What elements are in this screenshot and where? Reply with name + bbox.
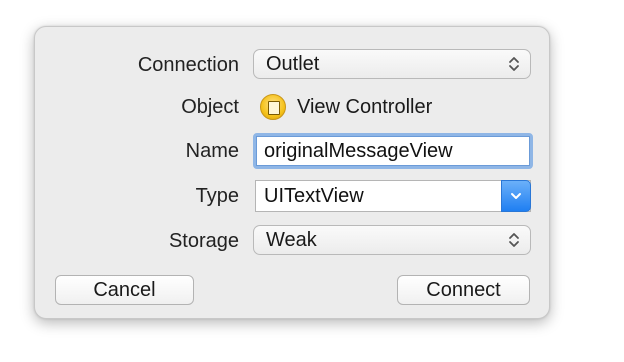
storage-popup[interactable]: Weak bbox=[253, 225, 531, 255]
object-label: Object bbox=[181, 96, 239, 118]
up-down-chevron-icon bbox=[509, 57, 519, 71]
connection-popup[interactable]: Outlet bbox=[253, 49, 531, 79]
connection-popover: Connection Outlet Object View Controller… bbox=[34, 26, 550, 319]
name-row: Name originalMessageView bbox=[35, 133, 551, 169]
type-combobox[interactable]: UITextView bbox=[255, 180, 531, 212]
type-label: Type bbox=[195, 185, 239, 207]
cancel-button[interactable]: Cancel bbox=[55, 275, 194, 305]
connection-row: Connection Outlet bbox=[35, 49, 551, 81]
chevron-down-icon bbox=[511, 193, 521, 199]
type-row: Type UITextView bbox=[35, 180, 551, 212]
type-value[interactable]: UITextView bbox=[264, 181, 364, 211]
connection-label: Connection bbox=[137, 54, 239, 76]
view-controller-icon bbox=[260, 94, 286, 120]
object-row: Object View Controller bbox=[35, 91, 551, 123]
name-input[interactable]: originalMessageView bbox=[253, 133, 533, 169]
object-value: View Controller bbox=[297, 96, 433, 118]
up-down-chevron-icon bbox=[509, 233, 519, 247]
page: Connection Outlet Object View Controller… bbox=[0, 0, 624, 362]
connection-value: Outlet bbox=[266, 53, 320, 75]
name-input-value[interactable]: originalMessageView bbox=[256, 136, 530, 166]
type-dropdown-button[interactable] bbox=[501, 180, 531, 212]
name-label: Name bbox=[185, 140, 239, 162]
storage-value: Weak bbox=[266, 229, 317, 251]
connect-button[interactable]: Connect bbox=[397, 275, 530, 305]
storage-label: Storage bbox=[168, 230, 239, 252]
storage-row: Storage Weak bbox=[35, 225, 551, 257]
